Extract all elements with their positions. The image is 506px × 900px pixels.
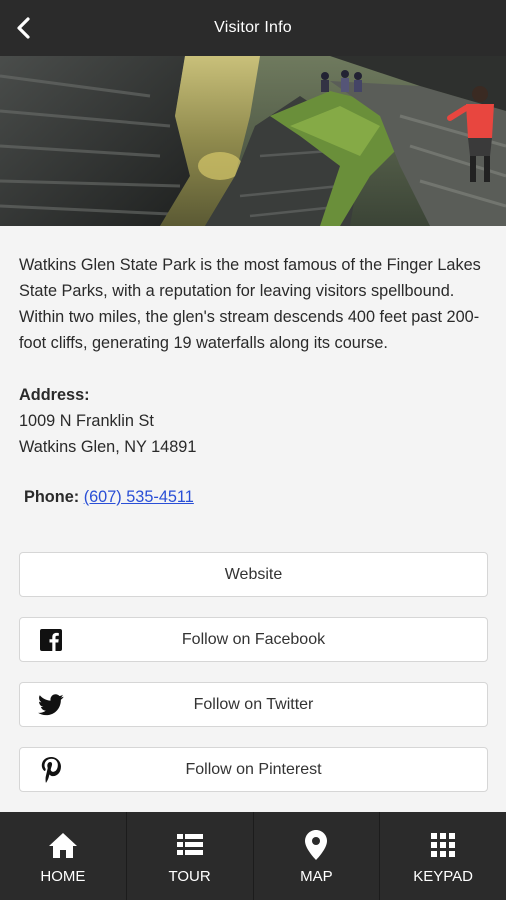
keypad-icon [431, 828, 456, 862]
tab-keypad[interactable]: KEYPAD [380, 812, 506, 900]
facebook-button[interactable]: Follow on Facebook [19, 617, 488, 662]
twitter-button-label: Follow on Twitter [193, 695, 314, 713]
website-button-label: Website [224, 565, 283, 583]
pinterest-button-label: Follow on Pinterest [185, 760, 322, 778]
tab-tour[interactable]: TOUR [127, 812, 254, 900]
facebook-button-label: Follow on Facebook [181, 630, 326, 648]
phone-block: Phone: (607) 535-4511 [24, 484, 482, 510]
home-icon [48, 828, 78, 862]
phone-link[interactable]: (607) 535-4511 [84, 488, 194, 506]
facebook-icon [38, 627, 64, 653]
twitter-button[interactable]: Follow on Twitter [19, 682, 488, 727]
website-button[interactable]: Website [19, 552, 488, 597]
tab-keypad-label: KEYPAD [413, 867, 473, 885]
chevron-left-icon [17, 17, 30, 39]
tab-map-label: MAP [300, 867, 333, 885]
map-pin-icon [305, 828, 328, 862]
tab-home-label: HOME [40, 867, 86, 885]
app-header: Visitor Info [0, 0, 506, 56]
address-line-1: 1009 N Franklin St [19, 412, 154, 430]
pinterest-icon [38, 757, 64, 783]
list-icon [176, 828, 203, 862]
hero-image [0, 56, 506, 226]
address-line-2: Watkins Glen, NY 14891 [19, 438, 197, 456]
phone-label: Phone: [24, 488, 80, 506]
back-button[interactable] [10, 14, 38, 42]
twitter-icon [38, 692, 64, 718]
tab-map[interactable]: MAP [254, 812, 381, 900]
address-block: Address: 1009 N Franklin St Watkins Glen… [19, 382, 487, 460]
bottom-tab-bar: HOME TOUR MAP KEYPAD [0, 812, 506, 900]
tab-home[interactable]: HOME [0, 812, 127, 900]
address-label: Address: [19, 386, 90, 404]
tab-tour-label: TOUR [168, 867, 211, 885]
park-description: Watkins Glen State Park is the most famo… [19, 256, 481, 352]
content-area: Watkins Glen State Park is the most famo… [0, 226, 506, 510]
pinterest-button[interactable]: Follow on Pinterest [19, 747, 488, 792]
page-title: Visitor Info [214, 19, 292, 36]
